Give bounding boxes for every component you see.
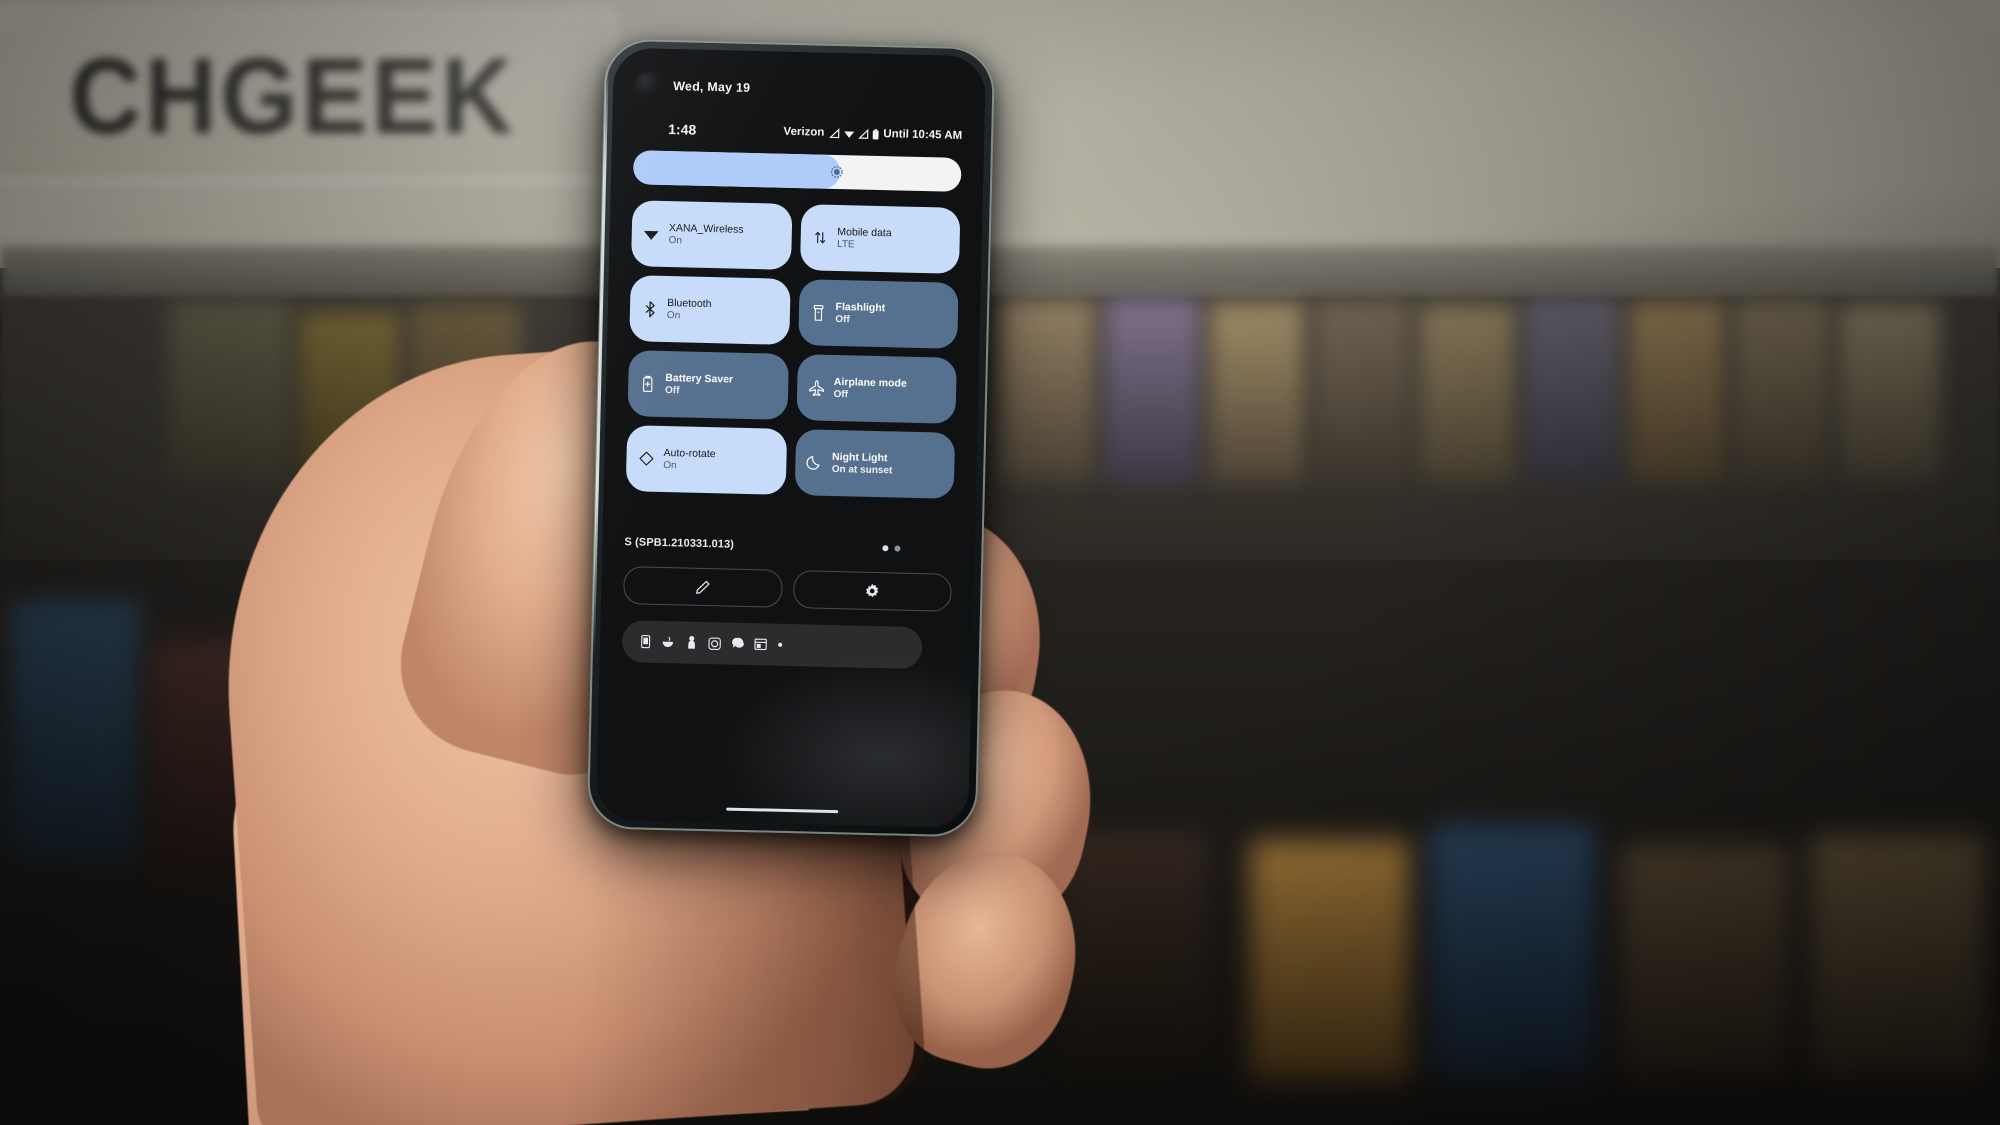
tile-text: Flashlight Off — [835, 301, 885, 327]
home-gesture-bar[interactable] — [726, 807, 839, 814]
mobile-data-icon — [811, 229, 828, 245]
battery-saver-icon — [639, 375, 656, 392]
brightness-slider-fill — [632, 150, 841, 190]
tile-text: Airplane mode Off — [833, 376, 907, 403]
tile-text: Battery Saver Off — [665, 372, 733, 399]
tile-label: Auto-rotate — [663, 446, 716, 460]
status-bar-right: Verizon Until 10:45 AM — [783, 126, 962, 142]
glass-icon[interactable] — [638, 634, 652, 649]
battery-estimate: Until 10:45 AM — [883, 128, 963, 142]
tile-airplane-mode[interactable]: Airplane mode Off — [795, 354, 957, 424]
tile-label: Flashlight — [835, 300, 886, 314]
quick-settings-panel: Wed, May 19 1:48 Verizon Until 10:45 AM … — [595, 47, 987, 829]
tile-sublabel: LTE — [836, 239, 855, 251]
tile-label: Night Light — [831, 450, 888, 464]
build-label: S (SPB1.210331.013) — [624, 536, 735, 551]
page-indicator — [882, 545, 952, 553]
tile-text: Bluetooth On — [667, 297, 712, 323]
tile-night-light[interactable]: Night Light On at sunset — [794, 429, 956, 499]
tile-sublabel: Off — [835, 314, 850, 326]
phone-screen: Wed, May 19 1:48 Verizon Until 10:45 AM … — [595, 47, 987, 829]
status-bar: 1:48 Verizon Until 10:45 AM — [612, 120, 984, 145]
tile-sublabel: Off — [833, 389, 849, 401]
phone-device: Wed, May 19 1:48 Verizon Until 10:45 AM … — [586, 38, 996, 838]
tile-bluetooth[interactable]: Bluetooth On — [629, 275, 791, 345]
status-date: Wed, May 19 — [673, 79, 751, 95]
tile-text: Mobile data LTE — [837, 226, 892, 252]
notification-shelf[interactable] — [621, 620, 923, 670]
wifi-icon — [643, 227, 660, 240]
status-time: 1:48 — [668, 121, 697, 138]
airplane-icon — [807, 379, 824, 396]
tile-label: Battery Saver — [665, 371, 734, 386]
pencil-icon — [694, 578, 711, 595]
tile-auto-rotate[interactable]: Auto-rotate On — [625, 425, 787, 495]
flashlight-icon — [809, 304, 826, 321]
camera-icon[interactable] — [707, 636, 721, 650]
tile-sublabel: On at sunset — [831, 464, 893, 477]
signal-icon — [858, 128, 869, 139]
chat-icon[interactable] — [730, 637, 744, 651]
tile-flashlight[interactable]: Flashlight Off — [797, 279, 959, 349]
tile-text: Night Light On at sunset — [832, 451, 893, 477]
bluetooth-icon — [641, 300, 658, 317]
auto-rotate-icon — [637, 450, 654, 466]
edit-tiles-button[interactable] — [623, 566, 783, 608]
tile-sublabel: On — [666, 310, 681, 322]
quick-settings-actions — [623, 566, 952, 612]
carrier-label: Verizon — [783, 125, 825, 139]
more-notifications-dot — [778, 642, 783, 647]
wifi-icon — [843, 128, 855, 139]
person-icon[interactable] — [684, 636, 698, 650]
brightness-slider[interactable] — [632, 150, 962, 192]
tile-wifi[interactable]: XANA_Wireless On — [631, 200, 793, 270]
tile-label: Bluetooth — [667, 296, 712, 310]
signal-icon — [829, 127, 840, 138]
front-camera-punch-hole — [634, 72, 662, 99]
bowl-icon[interactable] — [661, 635, 675, 649]
tile-text: XANA_Wireless On — [668, 222, 743, 249]
quick-settings-tiles: XANA_Wireless On Mobile data LTE Bluetoo… — [625, 200, 961, 499]
settings-button[interactable] — [792, 570, 952, 612]
tile-sublabel: On — [663, 460, 677, 472]
gear-icon — [863, 582, 880, 599]
tile-mobile-data[interactable]: Mobile data LTE — [799, 204, 961, 274]
screenshot-root: CHGEEK — [0, 0, 2000, 1125]
page-dot-active[interactable] — [882, 545, 889, 552]
page-dot-inactive[interactable] — [894, 545, 901, 552]
battery-icon — [872, 128, 879, 139]
tile-battery-saver[interactable]: Battery Saver Off — [627, 350, 789, 420]
tile-label: XANA_Wireless — [668, 221, 744, 236]
tile-label: Airplane mode — [833, 375, 907, 390]
tile-sublabel: Off — [664, 385, 680, 397]
tile-label: Mobile data — [837, 225, 892, 239]
window-icon[interactable] — [753, 637, 767, 651]
moon-icon — [806, 454, 823, 470]
brightness-icon[interactable] — [828, 163, 845, 180]
quick-settings-footer: S (SPB1.210331.013) — [624, 536, 952, 556]
tile-sublabel: On — [668, 235, 683, 247]
tile-text: Auto-rotate On — [663, 447, 716, 473]
